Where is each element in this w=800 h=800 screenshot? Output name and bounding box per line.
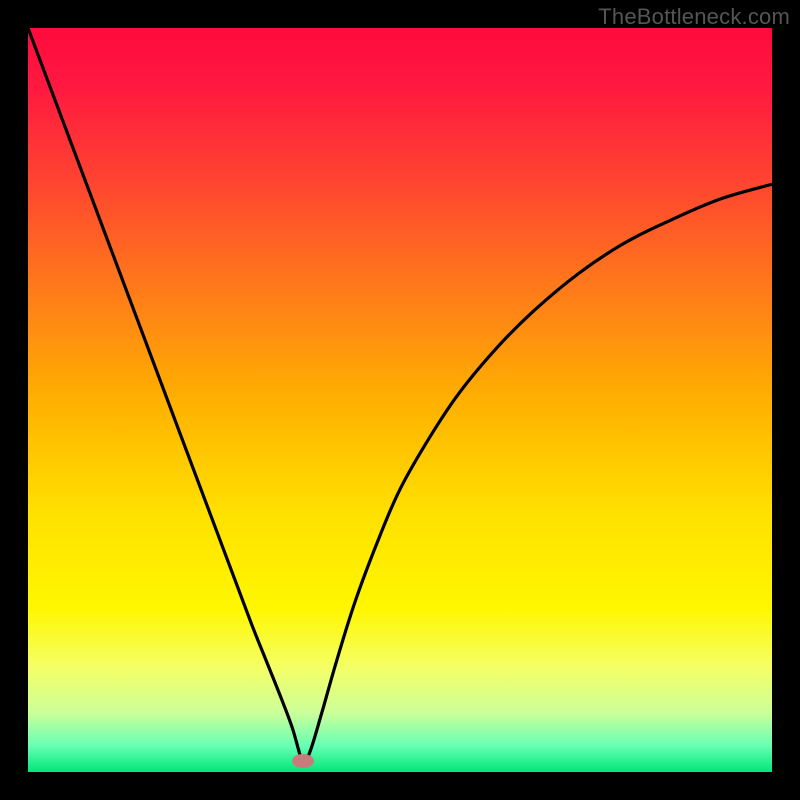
optimal-point-marker bbox=[292, 754, 314, 768]
chart-frame: TheBottleneck.com bbox=[0, 0, 800, 800]
watermark-label: TheBottleneck.com bbox=[598, 4, 790, 30]
plot-area bbox=[28, 28, 772, 772]
gradient-background bbox=[28, 28, 772, 772]
bottleneck-chart bbox=[28, 28, 772, 772]
